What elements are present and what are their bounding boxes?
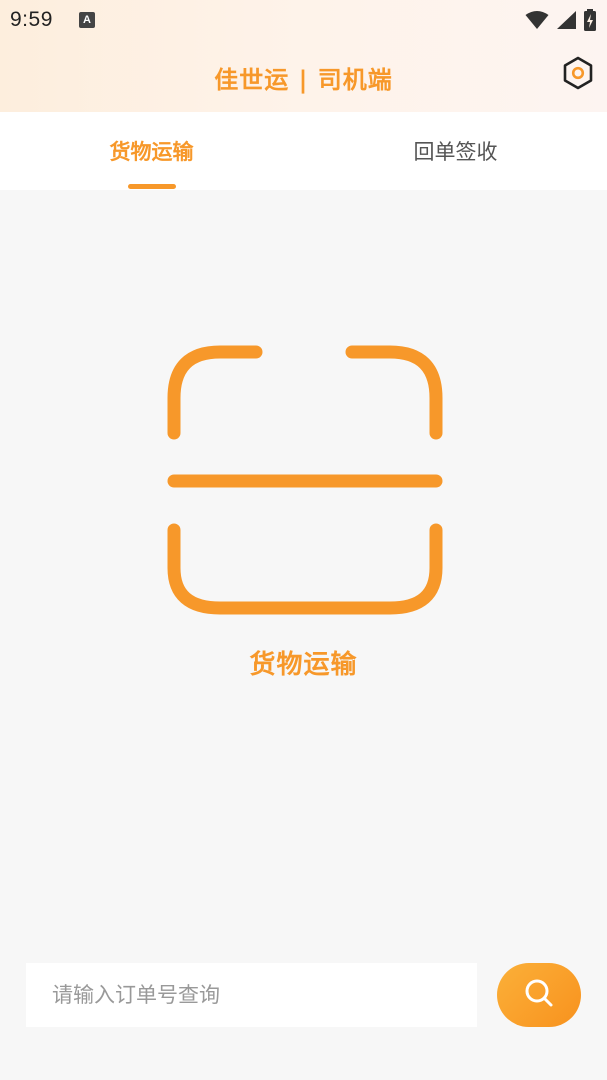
search-icon	[524, 978, 554, 1012]
wifi-icon	[525, 10, 549, 30]
search-button[interactable]	[497, 963, 581, 1027]
status-time: 9:59	[10, 8, 53, 31]
status-icons	[525, 8, 597, 32]
scan-frame-icon	[160, 345, 450, 632]
signal-icon	[555, 10, 577, 30]
order-number-search-input[interactable]	[26, 963, 477, 1027]
settings-button[interactable]	[561, 56, 595, 94]
tab-label: 回单签收	[413, 140, 498, 164]
title-bar: 佳世运 | 司机端	[0, 40, 607, 112]
battery-icon	[583, 9, 597, 31]
tab-label: 货物运输	[109, 140, 194, 164]
settings-hexagon-icon	[562, 56, 594, 94]
tab-bar: 货物运输 回单签收	[0, 112, 607, 190]
tab-receipt-signing[interactable]: 回单签收	[304, 112, 607, 190]
screen: 9:59 A 佳世运 | 司机端 货物运输 回单签收 货物运输 请输入订单号查询	[0, 0, 607, 1080]
status-bar: 9:59 A	[0, 0, 607, 40]
scan-button[interactable]	[160, 338, 450, 628]
app-title: 佳世运 | 司机端	[214, 66, 393, 94]
notification-app-icon: A	[79, 12, 95, 28]
search-field	[26, 963, 477, 1027]
scan-label[interactable]: 货物运输	[0, 644, 607, 681]
header-background: 9:59 A 佳世运 | 司机端	[0, 0, 607, 112]
tab-cargo-transport[interactable]: 货物运输	[0, 112, 303, 190]
active-tab-indicator	[128, 184, 176, 189]
